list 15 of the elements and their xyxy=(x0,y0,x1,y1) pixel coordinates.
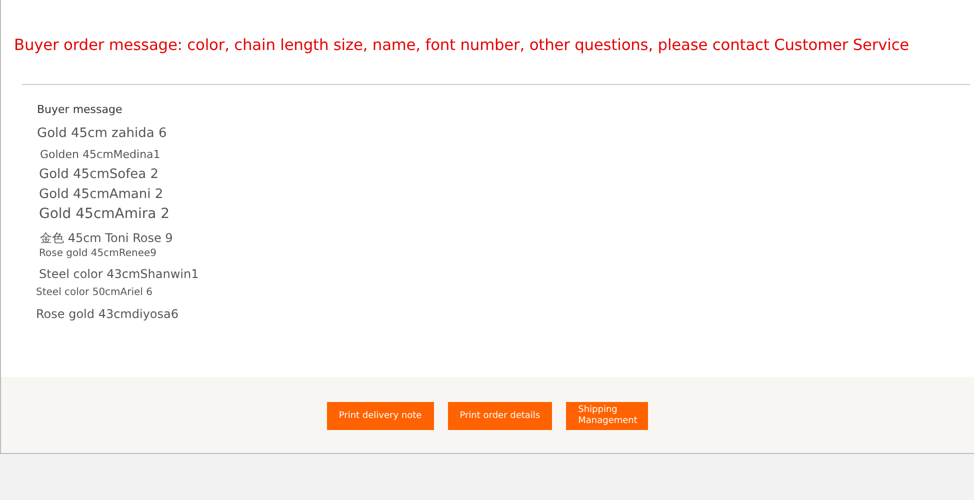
message-line: Gold 45cm zahida 6 xyxy=(37,126,167,140)
message-line: Steel color 50cmAriel 6 xyxy=(36,288,152,298)
message-line: Steel color 43cmShanwin1 xyxy=(39,268,199,280)
message-heading: Buyer message xyxy=(37,103,122,116)
action-button[interactable]: Print order details xyxy=(448,402,552,430)
message-line: Golden 45cmMedina1 xyxy=(40,148,160,160)
message-line: Gold 45cmSofea 2 xyxy=(39,168,159,180)
message-line: Gold 45cmAmani 2 xyxy=(39,188,164,200)
action-button[interactable]: Shipping Management xyxy=(566,402,648,430)
message-line: 金色 45cm Toni Rose 9 xyxy=(40,232,173,244)
message-line: Gold 45cmAmira 2 xyxy=(39,207,170,221)
message-line: Rose gold 43cmdiyosa6 xyxy=(36,308,179,320)
notice-text: Buyer order message: color, chain length size, name, font number, other questions, please contact Customer Service xyxy=(14,36,910,54)
action-button[interactable]: Print delivery note xyxy=(326,402,434,430)
message-line: Rose gold 45cmRenee9 xyxy=(39,249,157,259)
